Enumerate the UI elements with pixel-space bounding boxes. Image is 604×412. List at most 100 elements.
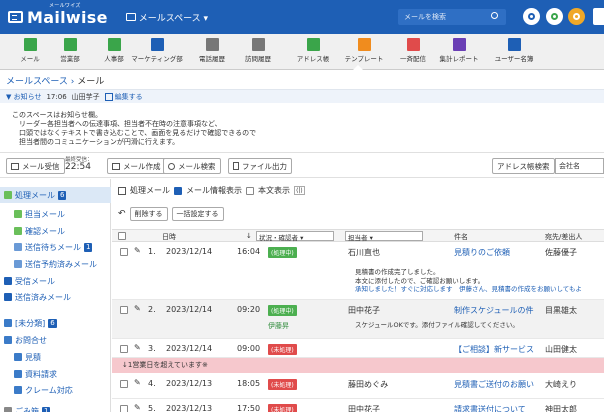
row-assignee: 石川直也 — [348, 248, 380, 257]
table-row[interactable]: ✎ 2. 2023/12/14 09:20 (処理中) 伊藤昇 田中花子 制作スケジュールの件… — [112, 300, 604, 339]
address-search-label: アドレス帳検索 — [497, 161, 550, 171]
app-label: マーケティング部 — [131, 55, 183, 63]
edit-icon[interactable]: ✎ — [134, 304, 141, 313]
space-selector[interactable]: メールスペース ▾ — [125, 11, 208, 24]
edit-icon[interactable]: ✎ — [134, 378, 141, 387]
breadcrumb: メールスペース › メール — [6, 74, 104, 87]
sidebar-item-0[interactable]: 処理メール 6 — [0, 187, 111, 203]
app-10[interactable]: ユーザー名簿 — [484, 34, 544, 70]
body-view-checkbox[interactable] — [246, 186, 254, 195]
status-badge: (未処理) — [268, 379, 297, 390]
notice-toggle[interactable]: ▼ お知らせ — [6, 92, 41, 102]
garoon-icon[interactable] — [523, 8, 540, 25]
row-number: 1. — [148, 247, 156, 256]
mail-info-checkbox[interactable] — [174, 186, 182, 195]
last-receive: 最終受信： 22:54 — [65, 157, 93, 172]
edit-icon[interactable]: ✎ — [134, 246, 141, 255]
row-subject[interactable]: 【ご相談】新サービス — [454, 344, 534, 355]
app-icon — [23, 38, 37, 51]
row-checkbox[interactable] — [120, 306, 128, 314]
assignee-filter[interactable]: 担当者 ▾ — [345, 231, 423, 242]
row-subject[interactable]: 請求書送付について — [454, 404, 526, 412]
status-user: 伊藤昇 — [268, 322, 289, 330]
row-checkbox[interactable] — [120, 405, 128, 412]
inbox-icon — [11, 162, 19, 170]
row-sender: 大崎えり — [545, 380, 577, 389]
folder-icon — [14, 243, 22, 251]
select-all-checkbox[interactable] — [118, 232, 126, 240]
bulk-setting-button[interactable]: 一括設定する — [171, 207, 224, 221]
app-5[interactable]: 訪問履歴 — [228, 34, 288, 70]
row-time: 18:05 — [237, 379, 261, 388]
app-9[interactable]: 集計レポート — [429, 34, 489, 70]
logo-ruby: メールワイズ — [49, 2, 81, 9]
breadcrumb-link[interactable]: メールスペース — [6, 77, 68, 87]
row-checkbox[interactable] — [120, 248, 128, 256]
list-header: 処理メール メール情報表示 本文表示 ⟨|⟩ — [118, 185, 305, 196]
mail-list: 処理メール メール情報表示 本文表示 ⟨|⟩ ↶ 削除する 一括設定する 日時 … — [112, 179, 604, 412]
notification-icon[interactable] — [568, 8, 585, 25]
sidebar-item-label: [未分類] — [15, 318, 46, 328]
row-sender: 神田太郎 — [545, 405, 577, 412]
compose-button[interactable]: メール作成 — [107, 158, 166, 174]
sidebar-item-10[interactable]: 資料請求 — [0, 366, 111, 382]
folder-icon — [14, 227, 22, 235]
app-icon — [357, 38, 371, 51]
table-row[interactable]: ✎ 3. 2023/12/14 09:00 (未処理) 【ご相談】新サービス 山田健太 — [112, 339, 604, 358]
table-header: 日時 ↓ 状況・確認者 ▾ 担当者 ▾ 件名 宛先/差出人 — [112, 229, 604, 242]
unread-badge: 1 — [84, 242, 93, 252]
row-checkbox[interactable] — [120, 345, 128, 353]
sidebar-item-5[interactable]: 受信メール — [0, 273, 111, 289]
sidebar-item-6[interactable]: 送信済みメール — [0, 289, 111, 305]
sidebar-item-12[interactable]: ごみ箱 1 — [0, 403, 111, 412]
sidebar-item-11[interactable]: クレーム対応 — [0, 382, 111, 398]
app-icon — [107, 38, 121, 51]
row-number: 5. — [148, 404, 156, 412]
app-label: メール — [20, 55, 40, 63]
sidebar-item-label: 確認メール — [25, 226, 65, 236]
expand-icon[interactable]: ⟨|⟩ — [294, 186, 305, 195]
col-assignee: 担当者 — [348, 234, 368, 242]
app-3[interactable]: マーケティング部 — [127, 34, 187, 70]
search-input[interactable]: メールを検索 — [398, 9, 506, 25]
file-export-button[interactable]: ファイル出力 — [228, 158, 292, 174]
company-select[interactable]: 会社名 — [555, 158, 604, 174]
sidebar-item-3[interactable]: 送信待ちメール 1 — [0, 239, 111, 255]
undo-icon[interactable]: ↶ — [118, 209, 126, 219]
row-time: 09:00 — [237, 344, 261, 353]
sidebar-item-2[interactable]: 確認メール — [0, 223, 111, 239]
mail-search-button[interactable]: メール検索 — [163, 158, 221, 174]
receive-mail-button[interactable]: メール受信 — [6, 158, 65, 174]
col-subject[interactable]: 件名 — [454, 232, 468, 242]
col-date[interactable]: 日時 — [162, 232, 176, 242]
sidebar-item-8[interactable]: お問合せ — [0, 332, 111, 348]
edit-icon[interactable]: ✎ — [134, 343, 141, 352]
logo[interactable]: メールワイズ Mailwise — [8, 3, 108, 27]
row-checkbox[interactable] — [120, 380, 128, 388]
sidebar-item-4[interactable]: 送信予約済みメール — [0, 256, 111, 272]
sidebar-item-1[interactable]: 担当メール — [0, 206, 111, 222]
row-date: 2023/12/13 — [166, 404, 213, 412]
sidebar-item-7[interactable]: [未分類] 6 — [0, 315, 111, 331]
col-status: 状況・確認者 — [259, 234, 298, 242]
delete-button[interactable]: 削除する — [129, 207, 168, 221]
sort-icon[interactable]: ↓ — [246, 232, 252, 240]
row-subject[interactable]: 見積りのご依頼 — [454, 247, 510, 258]
col-sender[interactable]: 宛先/差出人 — [545, 232, 582, 242]
cybozu-icon[interactable] — [546, 8, 563, 25]
address-search-button[interactable]: アドレス帳検索 — [492, 158, 555, 174]
app-icon — [251, 38, 265, 51]
avatar[interactable] — [593, 8, 604, 25]
folder-icon — [4, 336, 12, 344]
table-row[interactable]: ✎ 4. 2023/12/13 18:05 (未処理) 藤田めぐみ 見積書ご送付のお願い 大崎… — [112, 374, 604, 399]
sidebar-item-9[interactable]: 見積 — [0, 349, 111, 365]
table-row[interactable]: ✎ 1. 2023/12/14 16:04 (処理中) 石川直也 見積りのご依頼 佐藤優子 見積… — [112, 242, 604, 300]
table-row[interactable]: ✎ 5. 2023/12/13 17:50 (未処理) 田中花子 請求書送付について 神田太郎 — [112, 399, 604, 412]
sidebar-item-label: 見積 — [25, 352, 41, 362]
edit-icon[interactable]: ✎ — [134, 403, 141, 412]
row-subject[interactable]: 制作スケジュールの件 — [454, 305, 533, 316]
status-filter[interactable]: 状況・確認者 ▾ — [256, 231, 334, 242]
notice-edit-link[interactable]: 編集する — [104, 92, 143, 102]
search-icon[interactable] — [491, 12, 498, 19]
row-subject[interactable]: 見積書ご送付のお願い — [454, 379, 534, 390]
